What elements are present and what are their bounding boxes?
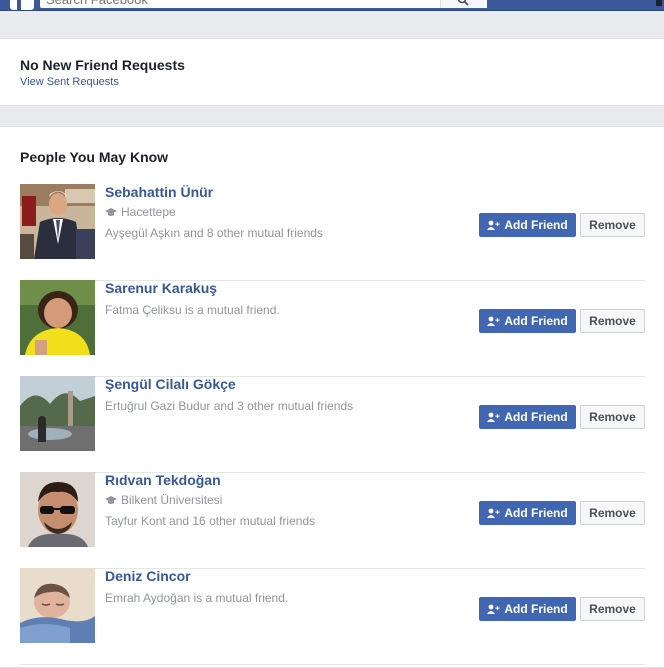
person-card: Sarenur Karakuş Fatma Çeliksu is a mutua… (20, 280, 645, 377)
graduation-cap-icon (105, 496, 117, 504)
add-friend-label: Add Friend (504, 314, 568, 328)
person-card: Rıdvan Tekdoğan Bilkent Üniversitesi Tay… (20, 472, 645, 569)
friend-requests-title: No New Friend Requests (20, 57, 185, 73)
add-friend-label: Add Friend (504, 602, 568, 616)
remove-button[interactable]: Remove (580, 597, 645, 621)
add-friend-icon (487, 220, 500, 230)
friend-requests-panel: No New Friend Requests View Sent Request… (0, 38, 664, 106)
person-name[interactable]: Deniz Cincor (105, 568, 191, 584)
person-card: Sebahattin Ünür Hacettepe Ayşegül Aşkın … (20, 184, 645, 281)
remove-button[interactable]: Remove (580, 501, 645, 525)
add-friend-icon (487, 316, 500, 326)
person-school: Hacettepe (105, 205, 176, 219)
mutual-friends[interactable]: Fatma Çeliksu is a mutual friend. (105, 303, 280, 317)
add-friend-button[interactable]: Add Friend (479, 213, 576, 237)
profile-photo[interactable] (20, 184, 95, 259)
remove-button[interactable]: Remove (580, 213, 645, 237)
person-card: Şengül Cilalı Gökçe Ertuğrul Gazi Budur … (20, 376, 645, 473)
mutual-friends[interactable]: Emrah Aydoğan is a mutual friend. (105, 591, 288, 605)
person-name[interactable]: Rıdvan Tekdoğan (105, 472, 221, 488)
search-button[interactable] (440, 0, 487, 8)
add-friend-icon (487, 412, 500, 422)
people-you-may-know-panel: People You May Know Sebahattin Ünür Hace… (0, 126, 664, 668)
top-navigation-bar (0, 0, 664, 11)
view-sent-requests-link[interactable]: View Sent Requests (20, 76, 119, 88)
person-name[interactable]: Sebahattin Ünür (105, 184, 213, 200)
profile-photo[interactable] (20, 472, 95, 547)
remove-button[interactable]: Remove (580, 309, 645, 333)
add-friend-button[interactable]: Add Friend (479, 405, 576, 429)
person-name[interactable]: Sarenur Karakuş (105, 280, 217, 296)
search-input[interactable] (46, 0, 436, 6)
add-friend-button[interactable]: Add Friend (479, 309, 576, 333)
add-friend-icon (487, 604, 500, 614)
person-name[interactable]: Şengül Cilalı Gökçe (105, 376, 236, 392)
mutual-friends[interactable]: Ayşegül Aşkın and 8 other mutual friends (105, 226, 323, 240)
add-friend-button[interactable]: Add Friend (479, 597, 576, 621)
notification-icon[interactable] (656, 0, 662, 6)
profile-photo[interactable] (20, 568, 95, 643)
person-card: Deniz Cincor Emrah Aydoğan is a mutual f… (20, 568, 645, 665)
people-you-may-know-title: People You May Know (20, 149, 169, 165)
facebook-logo-icon[interactable] (10, 0, 34, 10)
add-friend-icon (487, 508, 500, 518)
person-school-label: Bilkent Üniversitesi (121, 493, 223, 507)
person-school-label: Hacettepe (121, 205, 176, 219)
add-friend-button[interactable]: Add Friend (479, 501, 576, 525)
add-friend-label: Add Friend (504, 218, 568, 232)
remove-button[interactable]: Remove (580, 405, 645, 429)
mutual-friends[interactable]: Tayfur Kont and 16 other mutual friends (105, 514, 315, 528)
graduation-cap-icon (105, 208, 117, 216)
search-box (40, 0, 487, 8)
add-friend-label: Add Friend (504, 506, 568, 520)
add-friend-label: Add Friend (504, 410, 568, 424)
profile-photo[interactable] (20, 376, 95, 451)
person-school: Bilkent Üniversitesi (105, 493, 222, 507)
mutual-friends[interactable]: Ertuğrul Gazi Budur and 3 other mutual f… (105, 399, 353, 413)
search-icon (457, 0, 469, 6)
profile-photo[interactable] (20, 280, 95, 355)
